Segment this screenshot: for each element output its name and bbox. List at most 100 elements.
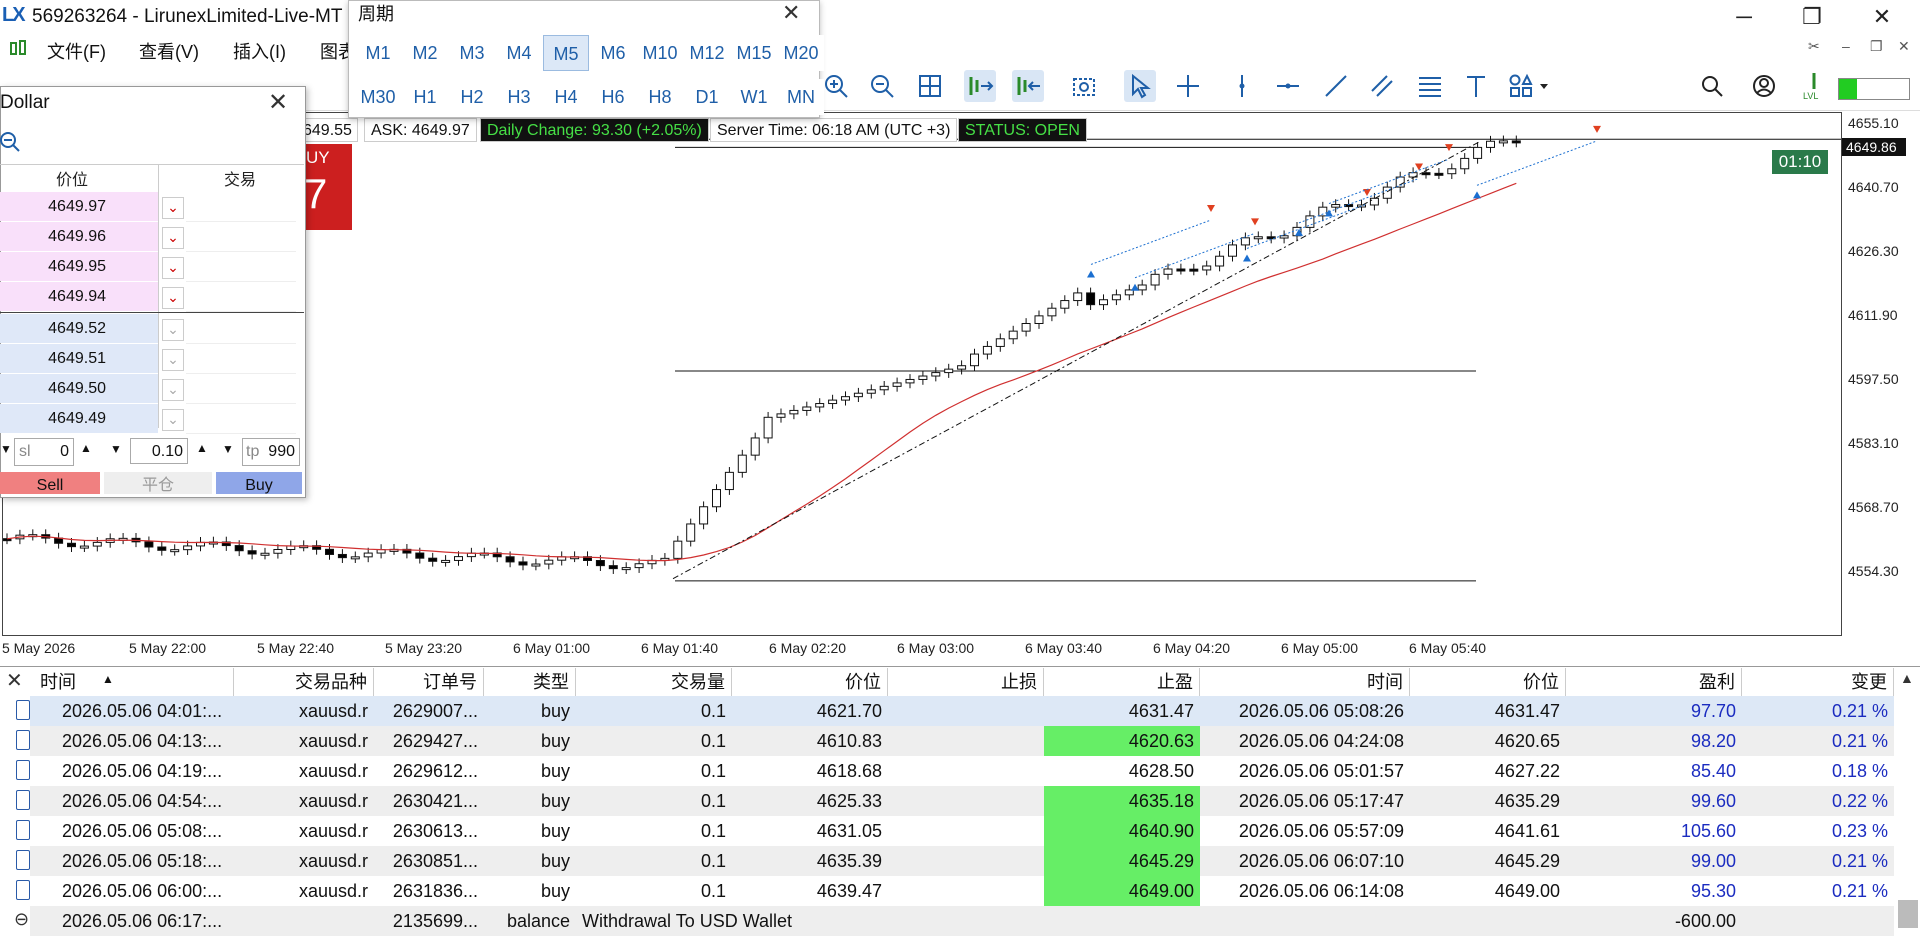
depth-chevron-icon[interactable]: ⌄: [162, 319, 184, 341]
table-row[interactable]: 2026.05.06 04:13:... xauusd.r 2629427... bu…: [16, 726, 1894, 756]
depth-chevron-icon[interactable]: ⌄: [162, 227, 184, 249]
col-close-price[interactable]: 价位: [1410, 668, 1566, 696]
table-row[interactable]: 2026.05.06 06:00:... xauusd.r 2631836... bu…: [16, 876, 1894, 906]
table-row[interactable]: 2026.05.06 04:54:... xauusd.r 2630421... bu…: [16, 786, 1894, 816]
screenshot-icon[interactable]: [1068, 70, 1100, 102]
depth-trade-cell[interactable]: [186, 374, 296, 404]
period-d1[interactable]: D1: [684, 79, 730, 115]
depth-ask-row[interactable]: 4649.97 ⌄: [0, 192, 304, 222]
sl-dropdown-icon[interactable]: ▼: [0, 442, 12, 456]
depth-trade-cell[interactable]: [186, 222, 296, 252]
period-m6[interactable]: M6: [590, 35, 636, 71]
col-ticket[interactable]: 订单号: [374, 668, 484, 696]
crosshair-icon[interactable]: [1172, 70, 1204, 102]
horizontal-line-icon[interactable]: [1272, 70, 1304, 102]
scrollbar-thumb[interactable]: [1898, 900, 1918, 928]
col-volume[interactable]: 交易量: [576, 668, 732, 696]
table-row[interactable]: 2026.05.06 04:01:... xauusd.r 2629007... bu…: [16, 696, 1894, 726]
depth-bid-row[interactable]: 4649.49 ⌄: [0, 404, 304, 434]
volume-up-icon[interactable]: ▲: [196, 441, 208, 455]
vertical-line-icon[interactable]: [1226, 70, 1258, 102]
fibonacci-icon[interactable]: [1414, 70, 1446, 102]
volume-down-icon[interactable]: ▼: [110, 442, 122, 456]
period-m15[interactable]: M15: [731, 35, 777, 71]
period-m4[interactable]: M4: [496, 35, 542, 71]
account-icon[interactable]: [1748, 70, 1780, 102]
depth-ask-row[interactable]: 4649.95 ⌄: [0, 252, 304, 282]
depth-ask-row[interactable]: 4649.94 ⌄: [0, 282, 304, 312]
period-m5[interactable]: M5: [543, 35, 589, 71]
period-m10[interactable]: M10: [637, 35, 683, 71]
period-m20[interactable]: M20: [778, 35, 824, 71]
period-w1[interactable]: W1: [731, 79, 777, 115]
volume-input[interactable]: 0.10: [130, 438, 188, 464]
period-h4[interactable]: H4: [543, 79, 589, 115]
depth-chevron-icon[interactable]: ⌄: [162, 409, 184, 431]
chart-shift-icon[interactable]: [1012, 70, 1044, 102]
period-h8[interactable]: H8: [637, 79, 683, 115]
menu-file[interactable]: 文件(F): [47, 38, 106, 64]
depth-chevron-icon[interactable]: ⌄: [162, 287, 184, 309]
close-position-button[interactable]: 平仓: [104, 472, 212, 494]
period-h6[interactable]: H6: [590, 79, 636, 115]
toolbox-close-icon[interactable]: ✕: [6, 668, 23, 693]
zoom-in-icon[interactable]: [820, 70, 852, 102]
table-row[interactable]: 2026.05.06 05:08:... xauusd.r 2630613... bu…: [16, 816, 1894, 846]
col-open-time[interactable]: 时间: [30, 668, 234, 696]
period-close-icon[interactable]: ✕: [782, 0, 800, 26]
balance-row[interactable]: ⊖ 2026.05.06 06:17:... 2135699... balance Wi…: [14, 906, 1894, 936]
col-close-time[interactable]: 时间: [1200, 668, 1410, 696]
tools-icon[interactable]: ✂: [1808, 38, 1820, 55]
period-m3[interactable]: M3: [449, 35, 495, 71]
mdi-minimize-button[interactable]: –: [1842, 38, 1850, 54]
period-m2[interactable]: M2: [402, 35, 448, 71]
tp-input[interactable]: tp 990: [242, 438, 300, 466]
period-h2[interactable]: H2: [449, 79, 495, 115]
depth-bid-row[interactable]: 4649.50 ⌄: [0, 374, 304, 404]
depth-zoom-icon[interactable]: [0, 130, 24, 159]
depth-trade-cell[interactable]: [186, 404, 296, 434]
depth-chevron-icon[interactable]: ⌄: [162, 379, 184, 401]
close-window-button[interactable]: ✕: [1862, 2, 1902, 32]
period-h1[interactable]: H1: [402, 79, 448, 115]
sl-input[interactable]: sl 0: [14, 438, 74, 466]
depth-bid-row[interactable]: 4649.52 ⌄: [0, 314, 304, 344]
level-icon[interactable]: LVL: [1798, 70, 1830, 102]
depth-chevron-icon[interactable]: ⌄: [162, 197, 184, 219]
depth-ask-row[interactable]: 4649.96 ⌄: [0, 222, 304, 252]
restore-button[interactable]: ❐: [1792, 2, 1832, 32]
autoscroll-icon[interactable]: [964, 70, 996, 102]
tp-dropdown-icon[interactable]: ▼: [222, 442, 234, 456]
grid-icon[interactable]: [914, 70, 946, 102]
sell-button[interactable]: Sell: [0, 472, 100, 494]
cursor-icon[interactable]: [1124, 70, 1156, 102]
period-m12[interactable]: M12: [684, 35, 730, 71]
col-profit[interactable]: 盈利: [1566, 668, 1742, 696]
depth-trade-cell[interactable]: [186, 344, 296, 374]
col-symbol[interactable]: 交易品种: [234, 668, 374, 696]
depth-bid-row[interactable]: 4649.51 ⌄: [0, 344, 304, 374]
depth-close-icon[interactable]: ✕: [268, 88, 288, 117]
period-mn[interactable]: MN: [778, 79, 824, 115]
col-type[interactable]: 类型: [484, 668, 576, 696]
col-sl[interactable]: 止损: [888, 668, 1044, 696]
depth-chevron-icon[interactable]: ⌄: [162, 257, 184, 279]
shapes-icon[interactable]: [1506, 70, 1558, 102]
period-m1[interactable]: M1: [355, 35, 401, 71]
depth-chevron-icon[interactable]: ⌄: [162, 349, 184, 371]
depth-trade-cell[interactable]: [186, 282, 296, 312]
text-icon[interactable]: [1460, 70, 1492, 102]
col-price[interactable]: 价位: [732, 668, 888, 696]
scroll-up-icon[interactable]: ▲: [1900, 670, 1914, 686]
mdi-restore-button[interactable]: ❐: [1870, 38, 1883, 55]
period-m30[interactable]: M30: [355, 79, 401, 115]
menu-insert[interactable]: 插入(I): [233, 38, 286, 64]
depth-trade-cell[interactable]: [186, 252, 296, 282]
channel-icon[interactable]: [1366, 70, 1398, 102]
trendline-icon[interactable]: [1320, 70, 1352, 102]
period-h3[interactable]: H3: [496, 79, 542, 115]
sl-up-icon[interactable]: ▲: [80, 441, 92, 455]
search-icon[interactable]: [1696, 70, 1728, 102]
col-tp[interactable]: 止盈: [1044, 668, 1200, 696]
table-row[interactable]: 2026.05.06 04:19:... xauusd.r 2629612... bu…: [16, 756, 1894, 786]
